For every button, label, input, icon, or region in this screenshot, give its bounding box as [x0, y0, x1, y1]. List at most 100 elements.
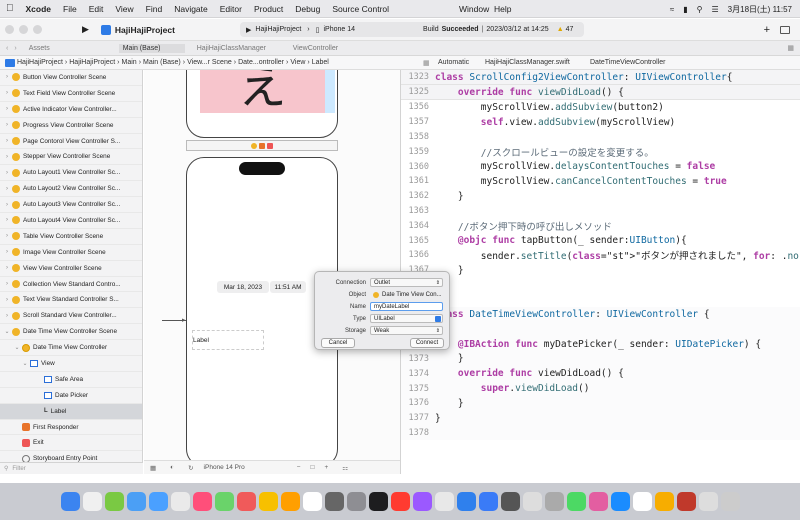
tree-row-label[interactable]: L Label: [0, 403, 142, 420]
code-line[interactable]: 1371: [401, 321, 800, 337]
scene-row[interactable]: › Auto Layout3 View Controller Sc...: [0, 197, 142, 214]
chevron-right-icon[interactable]: ›: [2, 170, 12, 176]
vc-dock-icon[interactable]: [251, 142, 257, 149]
dock-app-icon[interactable]: [632, 492, 652, 511]
tree-row-controller[interactable]: ⌄ Date Time View Controller: [0, 340, 142, 357]
jump-class[interactable]: DateTimeViewController: [590, 59, 665, 66]
scene-row[interactable]: › Scroll Standard View Controller...: [0, 308, 142, 325]
sticky-header-class[interactable]: 1323 class ScrollConfig2ViewController: …: [401, 70, 800, 85]
menu-find[interactable]: Find: [146, 4, 163, 14]
chevron-right-icon[interactable]: ›: [2, 281, 12, 287]
dock-app-icon[interactable]: [170, 492, 190, 511]
constraints-icon[interactable]: ⚏: [342, 464, 348, 472]
menu-file[interactable]: File: [63, 4, 77, 14]
outline-filter[interactable]: ⚲ Filter: [0, 462, 143, 474]
code-line[interactable]: 1367 }: [401, 263, 800, 278]
chevron-right-icon[interactable]: ›: [2, 122, 12, 128]
dock-app-icon[interactable]: [192, 492, 212, 511]
jump-label[interactable]: Label: [312, 59, 329, 66]
dock-app-icon[interactable]: [82, 492, 102, 511]
scene-row[interactable]: › Progress View Controller Scene: [0, 118, 142, 134]
tab-viewcontroller[interactable]: ViewController: [293, 45, 353, 52]
tree-row-view[interactable]: ⌄ View: [0, 356, 142, 372]
menu-navigate[interactable]: Navigate: [174, 4, 208, 14]
scene-row[interactable]: › Image View Controller Scene: [0, 245, 142, 261]
tree-row-safe-area[interactable]: Safe Area: [0, 372, 142, 388]
chevron-right-icon[interactable]: ›: [2, 154, 12, 160]
add-icon[interactable]: +: [764, 24, 770, 36]
zoom-fit-icon[interactable]: □: [311, 464, 315, 471]
chevron-right-icon[interactable]: ›: [2, 265, 12, 271]
menu-editor[interactable]: Editor: [220, 4, 242, 14]
menu-product[interactable]: Product: [254, 4, 283, 14]
jump-project[interactable]: HajiHajiProject: [17, 59, 63, 66]
scene-row[interactable]: › Auto Layout2 View Controller Sc...: [0, 181, 142, 198]
appearance-icon[interactable]: ◐: [170, 464, 174, 471]
scene-row[interactable]: › Collection View Standard Contro...: [0, 277, 142, 293]
zoom-button[interactable]: [33, 25, 42, 34]
zoom-in-icon[interactable]: +: [324, 464, 328, 471]
dock-app-icon[interactable]: [104, 492, 124, 511]
dock-app-icon[interactable]: [214, 492, 234, 511]
orientation-icon[interactable]: ↻: [188, 464, 193, 472]
tree-row-entry-point[interactable]: Storyboard Entry Point: [0, 451, 142, 462]
tab-assets[interactable]: Assets: [29, 45, 119, 52]
scene-row[interactable]: › Table View Controller Scene: [0, 229, 142, 245]
jump-swift-file[interactable]: HajiHajiClassManager.swift: [485, 59, 570, 66]
wifi-icon[interactable]: ≈: [670, 5, 674, 14]
menu-help[interactable]: Help: [494, 4, 511, 14]
chevron-down-icon[interactable]: ⌄: [2, 328, 12, 335]
chevron-right-icon[interactable]: ›: [2, 106, 12, 112]
chevron-down-icon[interactable]: ⌄: [12, 344, 22, 351]
dock-app-icon[interactable]: [720, 492, 740, 511]
dock-app-icon[interactable]: [126, 492, 146, 511]
chevron-right-icon[interactable]: ›: [2, 186, 12, 192]
tree-row-date-picker[interactable]: Date Picker: [0, 388, 142, 404]
device-config[interactable]: iPhone 14 Pro: [204, 464, 245, 471]
dock-app-icon[interactable]: [478, 492, 498, 511]
control-center-icon[interactable]: ☰: [712, 5, 719, 14]
split-editor-icon[interactable]: ▦: [787, 44, 794, 52]
jump-scene[interactable]: View...r Scene: [187, 59, 232, 66]
dock-app-icon[interactable]: [434, 492, 454, 511]
code-line[interactable]: 1360 myScrollView.delaysContentTouches =…: [401, 159, 800, 174]
scene-row[interactable]: › Stepper View Controller Scene: [0, 149, 142, 166]
code-line[interactable]: 1368}: [401, 278, 800, 293]
chevron-down-icon[interactable]: ⌄: [20, 360, 30, 367]
zoom-out-icon[interactable]: −: [297, 464, 301, 471]
code-line[interactable]: 1364 //ボタン押下時の呼び出しメソッド: [401, 218, 800, 233]
tab-main[interactable]: Main (Base): [118, 43, 185, 53]
back-icon[interactable]: ‹: [6, 45, 8, 52]
scene-row[interactable]: › Auto Layout1 View Controller Sc...: [0, 165, 142, 182]
apple-icon[interactable]: : [6, 3, 14, 14]
chevron-down-icon[interactable]: [435, 316, 441, 322]
chevron-right-icon[interactable]: ›: [2, 138, 12, 144]
tree-row-exit[interactable]: Exit: [0, 435, 142, 452]
code-line[interactable]: 1377}: [401, 410, 800, 426]
scene-row[interactable]: › Page Contorol View Controller S...: [0, 134, 142, 150]
dock-app-icon[interactable]: [236, 492, 256, 511]
dock-app-icon[interactable]: [610, 492, 630, 511]
date-picker-date[interactable]: Mar 18, 2023: [217, 281, 269, 293]
jump-storyboard[interactable]: Main: [122, 59, 137, 66]
dock-app-icon[interactable]: [258, 492, 278, 511]
code-line[interactable]: 1375 super.viewDidLoad(): [401, 381, 800, 396]
dock-app-icon[interactable]: [588, 492, 608, 511]
menu-source-control[interactable]: Source Control: [332, 4, 389, 14]
dock-app-icon[interactable]: [346, 492, 366, 511]
cancel-button[interactable]: Cancel: [321, 338, 355, 348]
dock-app-icon[interactable]: [390, 492, 410, 511]
code-line[interactable]: 1358: [401, 130, 800, 145]
scheme-selector[interactable]: HajiHajiProject: [255, 26, 301, 33]
dock-app-icon[interactable]: [698, 492, 718, 511]
dock-app-icon[interactable]: [566, 492, 586, 511]
code-line[interactable]: 1376 }: [401, 395, 800, 411]
code-line[interactable]: 1356 myScrollView.addSubview(button2): [401, 100, 800, 115]
menu-view[interactable]: View: [115, 4, 133, 14]
scene-row[interactable]: › Auto Layout4 View Controller Sc...: [0, 213, 142, 229]
related-items-icon[interactable]: ▦: [423, 59, 430, 67]
menu-app-name[interactable]: Xcode: [26, 4, 52, 14]
chevron-right-icon[interactable]: ›: [2, 217, 12, 223]
run-icon[interactable]: ▶: [82, 24, 89, 35]
clock[interactable]: 3月18日(土) 11:57: [728, 4, 792, 15]
